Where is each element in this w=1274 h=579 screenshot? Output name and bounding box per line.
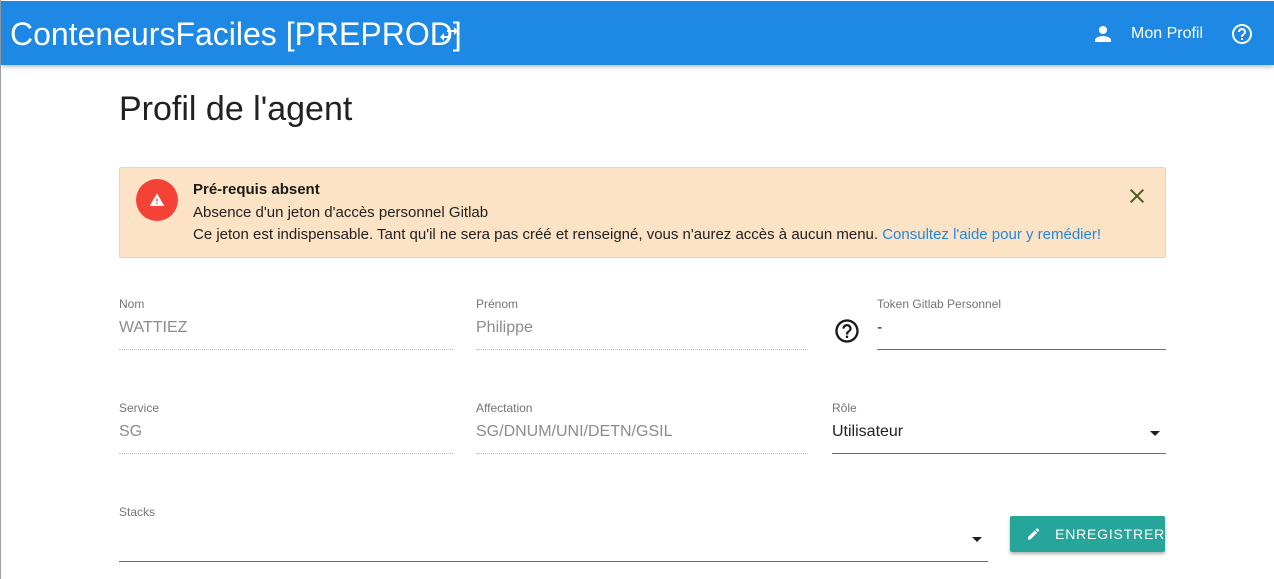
token-underline <box>877 349 1166 350</box>
token-label: Token Gitlab Personnel <box>877 297 1002 311</box>
nom-label: Nom <box>119 297 145 311</box>
person-icon <box>1095 26 1111 42</box>
pencil-icon <box>1027 528 1040 540</box>
alert-message-line2: Ce jeton est indispensable. Tant qu'il n… <box>193 226 1101 243</box>
nom-value: WATTIEZ <box>119 319 188 336</box>
save-button[interactable]: ENREGISTRER <box>1010 516 1165 552</box>
alert-badge <box>136 179 178 221</box>
alert-title: Pré-requis absent <box>193 181 320 198</box>
service-field: Service SG <box>119 401 453 461</box>
prerequisite-alert: Pré-requis absent Absence d'un jeton d'a… <box>119 167 1166 258</box>
service-underline <box>119 453 453 454</box>
stacks-label: Stacks <box>119 505 156 519</box>
nom-field: Nom WATTIEZ <box>119 297 453 357</box>
profile-link[interactable]: Mon Profil <box>1091 19 1203 49</box>
app-bar: ConteneursFaciles [PREPROD] Mon Profil <box>1 1 1274 65</box>
help-circle-outline-icon[interactable] <box>833 317 861 345</box>
affectation-value: SG/DNUM/UNI/DETN/GSIL <box>476 423 673 440</box>
alert-message-line1: Absence d'un jeton d'accès personnel Git… <box>193 204 489 221</box>
service-label: Service <box>119 401 160 415</box>
service-value: SG <box>119 423 143 440</box>
swap-horiz-icon[interactable] <box>437 22 461 46</box>
stacks-select[interactable]: Stacks <box>119 505 988 565</box>
help-circle-outline-icon[interactable] <box>1230 22 1254 46</box>
role-value[interactable]: Utilisateur <box>832 423 903 441</box>
help-link[interactable]: Consultez l'aide pour y remédier! <box>882 226 1101 243</box>
token-field[interactable]: Token Gitlab Personnel - <box>877 297 1166 357</box>
affectation-label: Affectation <box>476 401 533 415</box>
prenom-label: Prénom <box>476 297 519 311</box>
prenom-field: Prénom Philippe <box>476 297 808 357</box>
prenom-underline <box>476 349 808 350</box>
affectation-field: Affectation SG/DNUM/UNI/DETN/GSIL <box>476 401 808 461</box>
window-edge <box>0 0 1 579</box>
affectation-underline <box>476 453 808 454</box>
profile-label: Mon Profil <box>1131 25 1204 42</box>
warning-icon <box>149 193 165 206</box>
close-icon[interactable] <box>1125 184 1149 208</box>
prenom-value: Philippe <box>476 319 533 336</box>
role-label: Rôle <box>832 401 857 415</box>
role-underline <box>832 453 1166 454</box>
page-title: Profil de l'agent <box>119 90 353 128</box>
dropdown-arrow-icon[interactable] <box>1150 431 1160 436</box>
stacks-underline <box>119 561 988 562</box>
app-title[interactable]: ConteneursFaciles [PREPROD] <box>10 14 462 54</box>
role-select[interactable]: Rôle Utilisateur <box>832 401 1166 461</box>
nom-underline <box>119 349 453 350</box>
alert-message-text: Ce jeton est indispensable. Tant qu'il n… <box>193 226 879 243</box>
save-button-label: ENREGISTRER <box>1055 526 1165 542</box>
dropdown-arrow-icon[interactable] <box>972 537 982 542</box>
token-input[interactable]: - <box>877 319 882 337</box>
